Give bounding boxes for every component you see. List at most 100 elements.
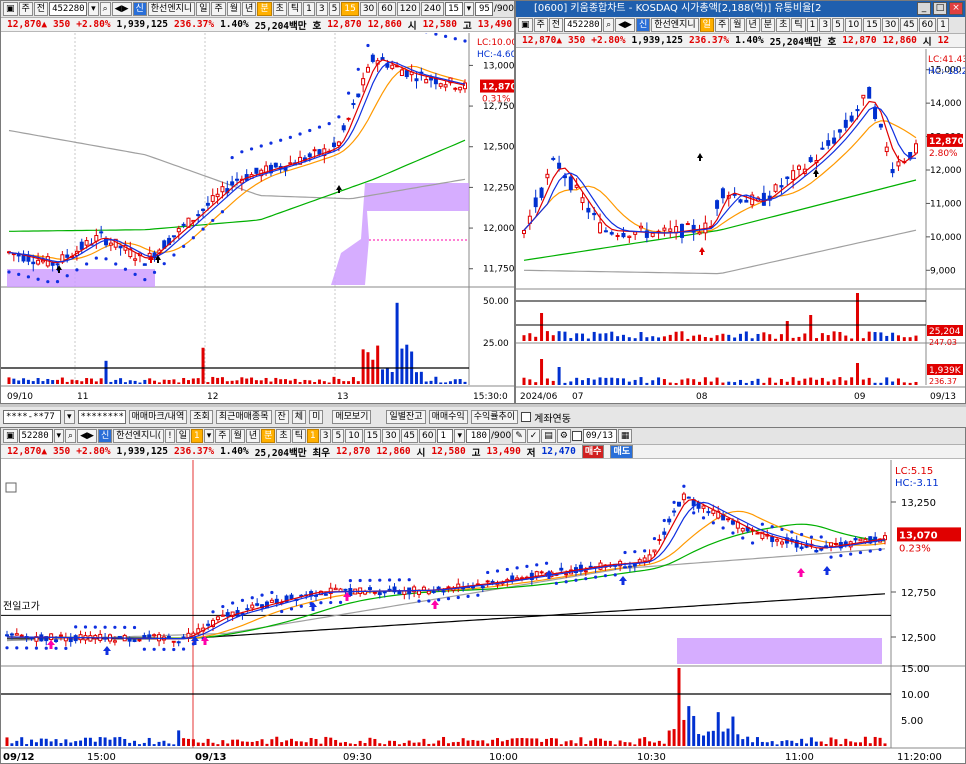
sell-button[interactable]: 매도 bbox=[610, 445, 633, 458]
mode-short-select[interactable]: 주 bbox=[18, 2, 33, 16]
period-year[interactable]: 년 bbox=[245, 429, 261, 443]
count-input[interactable]: 180 bbox=[465, 429, 490, 443]
maximize-icon[interactable]: □ bbox=[933, 2, 947, 15]
date-input[interactable]: 09/13 bbox=[582, 429, 617, 443]
minute-15[interactable]: 15 bbox=[341, 2, 359, 16]
settings-icon[interactable]: ⚙ bbox=[556, 429, 571, 443]
stock-code-input[interactable]: 452280 bbox=[49, 2, 88, 16]
pin-icon[interactable]: ✎ bbox=[512, 429, 526, 443]
mode-short-select[interactable]: 주 bbox=[533, 18, 548, 32]
minute-5[interactable]: 5 bbox=[332, 429, 345, 443]
prev-next-icon[interactable]: ◀▶ bbox=[77, 429, 97, 443]
minute-15[interactable]: 15 bbox=[363, 429, 382, 443]
account-input[interactable]: ****-**77 bbox=[3, 410, 61, 424]
date-checkbox[interactable] bbox=[571, 431, 582, 441]
dropdown-icon[interactable]: ▾ bbox=[203, 429, 215, 443]
magnifier-icon[interactable]: ⌕ bbox=[603, 18, 615, 32]
chart-menu-icon[interactable]: ▣ bbox=[3, 2, 18, 16]
calendar-icon[interactable]: ▦ bbox=[617, 429, 633, 443]
save-icon[interactable]: ▤ bbox=[541, 429, 556, 443]
minute-45[interactable]: 45 bbox=[400, 429, 418, 443]
recent-trades-button[interactable]: 최근매매종목 bbox=[215, 410, 272, 424]
period-week[interactable]: 주 bbox=[714, 18, 730, 32]
credit-icon[interactable]: 신 bbox=[97, 429, 113, 443]
period-second[interactable]: 초 bbox=[272, 2, 287, 16]
minute-3[interactable]: 3 bbox=[319, 429, 332, 443]
minimize-icon[interactable]: _ bbox=[917, 2, 931, 15]
minute-60[interactable]: 60 bbox=[378, 2, 396, 16]
period-second[interactable]: 초 bbox=[776, 18, 791, 32]
prev-next-icon[interactable]: ◀▶ bbox=[111, 2, 132, 16]
trade-profit-button[interactable]: 매매수익 bbox=[428, 410, 468, 424]
period-year[interactable]: 년 bbox=[745, 18, 760, 32]
search-icon[interactable]: ▾ bbox=[88, 2, 99, 16]
stock-code-input[interactable]: 452280 bbox=[564, 18, 603, 32]
minute-5[interactable]: 5 bbox=[328, 2, 341, 16]
buy-button[interactable]: 매수 bbox=[581, 445, 605, 458]
period-tick[interactable]: 틱 bbox=[791, 18, 806, 32]
minute-15[interactable]: 15 bbox=[863, 18, 881, 32]
chart-menu-icon[interactable]: ▣ bbox=[3, 429, 18, 443]
count-input[interactable]: 95 bbox=[475, 2, 493, 16]
bottom-price-chart[interactable]: 전일고가 13,250 12,750 12,500 13,070 0.23% LC:5.15… bbox=[1, 460, 965, 763]
period-day[interactable]: 일 bbox=[175, 429, 191, 443]
period-second[interactable]: 초 bbox=[276, 429, 291, 443]
account-dropdown-icon[interactable]: ▾ bbox=[64, 410, 75, 424]
period-week[interactable]: 주 bbox=[211, 2, 226, 16]
right-price-chart[interactable]: 15,00014,00013,00012,00011,00010,0009,00… bbox=[516, 49, 965, 403]
minute-1b[interactable]: 1 bbox=[937, 18, 949, 32]
unexecuted-button[interactable]: 미 bbox=[309, 410, 324, 424]
period-month[interactable]: 월 bbox=[230, 429, 245, 443]
alert-icon[interactable]: ! bbox=[165, 429, 175, 443]
interval-input[interactable]: 15 bbox=[445, 2, 463, 16]
credit-icon[interactable]: 신 bbox=[635, 18, 651, 32]
magnifier-icon[interactable]: ⌕ bbox=[65, 429, 77, 443]
interval-dropdown-icon[interactable]: ▾ bbox=[454, 429, 465, 443]
minute-30[interactable]: 30 bbox=[359, 2, 378, 16]
period-minute[interactable]: 분 bbox=[257, 2, 272, 16]
password-input[interactable]: ******** bbox=[77, 410, 126, 424]
minute-120[interactable]: 120 bbox=[396, 2, 420, 16]
mode-full-select[interactable]: 전 bbox=[33, 2, 49, 16]
chart-tool-icon[interactable]: ✓ bbox=[526, 429, 541, 443]
minute-10[interactable]: 10 bbox=[345, 429, 363, 443]
minute-30[interactable]: 30 bbox=[881, 18, 900, 32]
minute-60[interactable]: 60 bbox=[918, 18, 937, 32]
period-day[interactable]: 일 bbox=[196, 2, 211, 16]
interval-input[interactable]: 1 bbox=[437, 429, 454, 443]
minute-5[interactable]: 5 bbox=[832, 18, 844, 32]
inquiry-button[interactable]: 조회 bbox=[190, 410, 213, 424]
minute-240[interactable]: 240 bbox=[420, 2, 445, 16]
minute-45[interactable]: 45 bbox=[900, 18, 918, 32]
credit-icon[interactable]: 신 bbox=[132, 2, 147, 16]
search-dropdown-icon[interactable]: ▾ bbox=[53, 429, 65, 443]
mode-full-select[interactable]: 전 bbox=[548, 18, 564, 32]
interval-dropdown-icon[interactable]: ▾ bbox=[463, 2, 475, 16]
minute-3[interactable]: 3 bbox=[315, 2, 328, 16]
left-price-chart[interactable]: 13,00012,75012,50012,25012,00011,75012,8… bbox=[1, 33, 514, 403]
trade-mark-button[interactable]: 매매마크/내역 bbox=[128, 410, 188, 424]
minute-1[interactable]: 1 bbox=[303, 2, 315, 16]
minute-1[interactable]: 1 bbox=[806, 18, 819, 32]
day-count-badge[interactable]: 1 bbox=[191, 429, 203, 443]
account-link-checkbox[interactable] bbox=[521, 412, 532, 422]
profit-trend-button[interactable]: 수익률추이 bbox=[470, 410, 519, 424]
period-week[interactable]: 주 bbox=[215, 429, 230, 443]
prev-next-icon[interactable]: ◀▶ bbox=[615, 18, 635, 32]
period-year[interactable]: 년 bbox=[242, 2, 257, 16]
stock-code-input[interactable]: 52280 bbox=[18, 429, 53, 443]
period-minute[interactable]: 분 bbox=[760, 18, 776, 32]
executed-button[interactable]: 체 bbox=[291, 410, 307, 424]
period-month[interactable]: 월 bbox=[730, 18, 745, 32]
period-minute[interactable]: 분 bbox=[261, 429, 276, 443]
minute-10[interactable]: 10 bbox=[844, 18, 863, 32]
balance-button[interactable]: 잔 bbox=[274, 410, 289, 424]
close-icon[interactable]: × bbox=[949, 2, 963, 15]
memo-button[interactable]: 메모보기 bbox=[332, 410, 372, 424]
minute-3[interactable]: 3 bbox=[819, 18, 832, 32]
minute-1[interactable]: 1 bbox=[306, 429, 319, 443]
minute-30[interactable]: 30 bbox=[382, 429, 400, 443]
period-month[interactable]: 월 bbox=[226, 2, 242, 16]
period-day[interactable]: 일 bbox=[699, 18, 714, 32]
daily-balance-button[interactable]: 일별잔고 bbox=[386, 410, 426, 424]
